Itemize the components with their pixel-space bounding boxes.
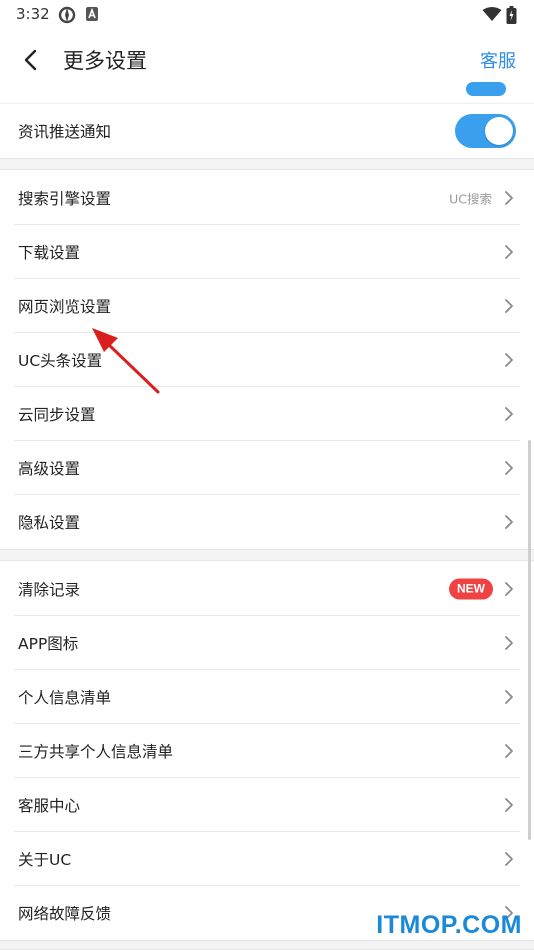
list-item-about-uc[interactable]: 关于UC bbox=[0, 832, 534, 886]
chevron-right-icon bbox=[505, 461, 513, 475]
list-item-cloud-sync[interactable]: 云同步设置 bbox=[0, 387, 534, 441]
list-item-third-party-sharing[interactable]: 三方共享个人信息清单 bbox=[0, 724, 534, 778]
chevron-right-icon bbox=[505, 852, 513, 866]
list-item-clear-history[interactable]: 清除记录 NEW bbox=[0, 562, 534, 616]
chevron-right-icon bbox=[505, 636, 513, 650]
row-value: UC搜索 bbox=[449, 191, 492, 207]
row-label: 网络故障反馈 bbox=[18, 905, 112, 923]
row-label: 个人信息清单 bbox=[18, 689, 112, 707]
row-label: APP图标 bbox=[18, 635, 79, 653]
customer-service-link[interactable]: 客服 bbox=[480, 47, 516, 73]
section-gap bbox=[0, 549, 534, 561]
row-label: 搜索引擎设置 bbox=[18, 190, 112, 208]
notification-app-icon bbox=[86, 7, 98, 21]
signal-app-icon bbox=[58, 6, 76, 24]
toggle-knob bbox=[485, 117, 513, 145]
status-time: 3:32 bbox=[16, 5, 50, 23]
row-label: 清除记录 bbox=[18, 581, 81, 599]
chevron-right-icon bbox=[505, 353, 513, 367]
chevron-right-icon bbox=[505, 690, 513, 704]
new-badge: NEW bbox=[449, 578, 493, 600]
chevron-right-icon bbox=[505, 582, 513, 596]
scrolled-row-edge bbox=[0, 82, 534, 104]
page-title: 更多设置 bbox=[63, 49, 147, 73]
list-item-web-browsing[interactable]: 网页浏览设置 bbox=[0, 279, 534, 333]
section-gap bbox=[0, 940, 534, 950]
chevron-right-icon bbox=[505, 245, 513, 259]
chevron-right-icon bbox=[505, 407, 513, 421]
chevron-right-icon bbox=[505, 191, 513, 205]
app-header: 更多设置 客服 bbox=[0, 28, 534, 92]
row-label: 云同步设置 bbox=[18, 406, 96, 424]
chevron-right-icon bbox=[505, 299, 513, 313]
row-label: 客服中心 bbox=[18, 797, 81, 815]
list-item-privacy[interactable]: 隐私设置 bbox=[0, 495, 534, 549]
chevron-right-icon bbox=[505, 798, 513, 812]
list-item-search-engine[interactable]: 搜索引擎设置 UC搜索 bbox=[0, 171, 534, 225]
list-item-uc-headlines[interactable]: UC头条设置 bbox=[0, 333, 534, 387]
back-arrow-icon[interactable] bbox=[18, 46, 44, 74]
section-gap bbox=[0, 158, 534, 170]
row-label: 关于UC bbox=[18, 851, 72, 869]
row-label: 三方共享个人信息清单 bbox=[18, 743, 174, 761]
row-label: 下载设置 bbox=[18, 244, 81, 262]
list-item-customer-center[interactable]: 客服中心 bbox=[0, 778, 534, 832]
list-item-advanced[interactable]: 高级设置 bbox=[0, 441, 534, 495]
battery-icon bbox=[506, 6, 517, 24]
push-notification-row[interactable]: 资讯推送通知 bbox=[0, 104, 534, 158]
row-label: 网页浏览设置 bbox=[18, 298, 112, 316]
chevron-right-icon bbox=[505, 744, 513, 758]
list-item-app-icon[interactable]: APP图标 bbox=[0, 616, 534, 670]
push-notification-toggle[interactable] bbox=[455, 114, 516, 148]
row-label: 高级设置 bbox=[18, 460, 81, 478]
chevron-right-icon bbox=[505, 515, 513, 529]
row-label: 隐私设置 bbox=[18, 514, 81, 532]
list-item-download[interactable]: 下载设置 bbox=[0, 225, 534, 279]
wifi-icon bbox=[482, 7, 502, 21]
row-label: UC头条设置 bbox=[18, 352, 103, 370]
scrollbar[interactable] bbox=[528, 440, 531, 840]
partial-toggle[interactable] bbox=[466, 82, 506, 96]
status-bar: 3:32 bbox=[0, 0, 534, 28]
row-label: 资讯推送通知 bbox=[18, 123, 112, 141]
list-item-personal-info-list[interactable]: 个人信息清单 bbox=[0, 670, 534, 724]
watermark: ITMOP.COM bbox=[376, 911, 522, 939]
